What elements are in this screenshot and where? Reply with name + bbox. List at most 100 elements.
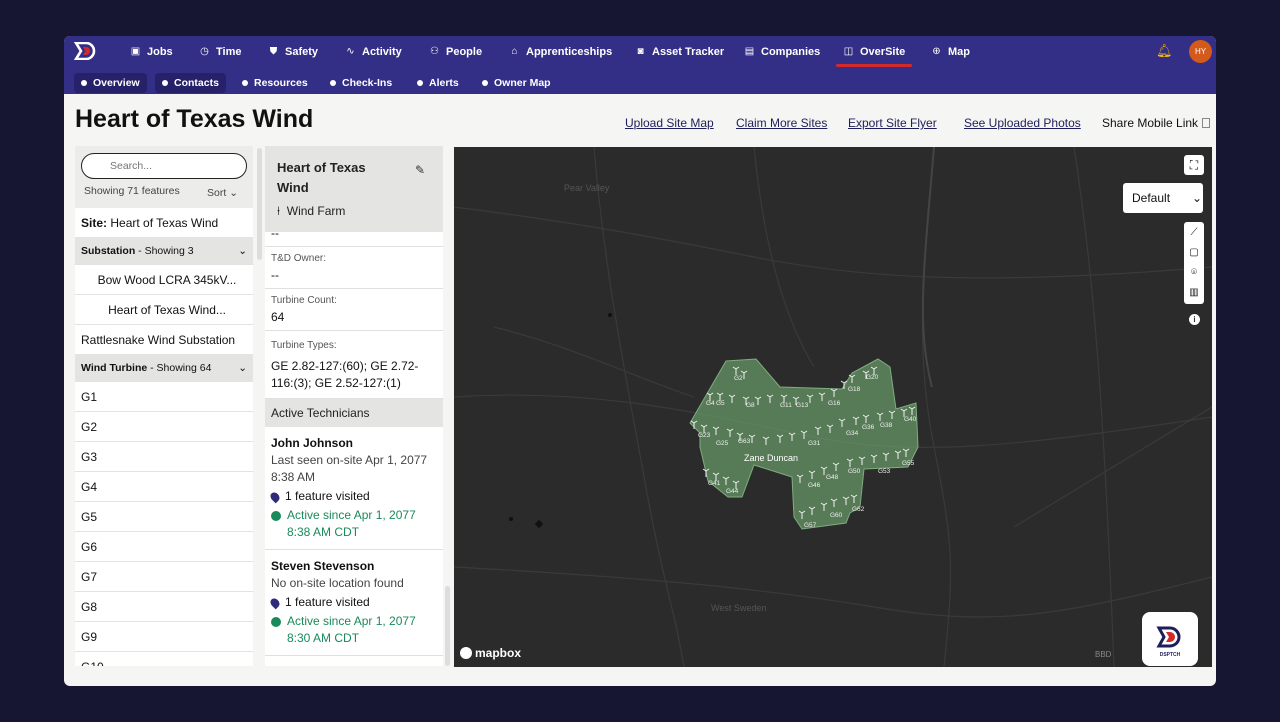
turbine-label: G48 [826, 474, 839, 481]
detail-title: Heart of Texas Wind [277, 160, 366, 195]
turbine-label: G36 [862, 424, 875, 431]
detail-panel: Heart of Texas Wind ✎ ⍿ Wind Farm -- T&D… [265, 146, 443, 666]
draw-toolbar: ⟋ ▢ ⌾ ▥ [1184, 222, 1204, 304]
active-technicians-header: Active Technicians [265, 399, 443, 427]
scrollbar[interactable] [445, 586, 450, 666]
marker-icon[interactable]: ⌾ [1184, 262, 1204, 282]
claim-more-sites-link[interactable]: Claim More Sites [736, 116, 827, 130]
search-area: Showing 71 features Sort ⌄ [75, 146, 253, 208]
tab-jobs[interactable]: ▣ Jobs [130, 44, 173, 60]
edit-icon[interactable]: ✎ [415, 163, 425, 177]
list-item[interactable]: Rattlesnake Wind Substation [75, 325, 253, 355]
trash-icon[interactable]: ▥ [1184, 282, 1204, 302]
substation-group[interactable]: Substation - Showing 3 ⌄ [75, 238, 253, 265]
share-mobile-link[interactable]: Share Mobile Link [1102, 116, 1211, 130]
app-window: ▣ Jobs ◷ Time ⛊ Safety ∿ Activity ⚇ People ⌂ A… [64, 36, 1216, 686]
list-item[interactable]: G5 [75, 502, 253, 532]
tab-safety[interactable]: ⛊ Safety [268, 44, 318, 60]
copy-icon [1202, 118, 1211, 128]
list-item[interactable]: G2 [75, 412, 253, 442]
search-input[interactable] [81, 153, 247, 179]
mapbox-icon [460, 647, 472, 659]
turbine-label: G23 [698, 432, 711, 439]
see-uploaded-photos-link[interactable]: See Uploaded Photos [964, 116, 1081, 130]
list-item[interactable]: G6 [75, 532, 253, 562]
list-item[interactable]: Bow Wood LCRA 345kV... [75, 265, 253, 295]
technician-card[interactable]: John Johnson Last seen on-site Apr 1, 20… [265, 427, 443, 550]
tab-apprenticeships[interactable]: ⌂ Apprenticeships [509, 44, 612, 60]
field-row: Turbine Types: GE 2.82-127:(60); GE 2.72-… [265, 331, 443, 399]
list-item[interactable]: Heart of Texas Wind... [75, 295, 253, 325]
list-item[interactable]: G4 [75, 472, 253, 502]
avatar[interactable]: HY [1189, 40, 1212, 63]
tab-activity[interactable]: ∿ Activity [345, 44, 401, 60]
turbine-label: G55 [902, 460, 915, 467]
town-label: West Sweden [711, 603, 767, 613]
technician-card[interactable]: Steven Stevenson No on-site location fou… [265, 550, 443, 656]
subtab-alerts[interactable]: Alerts [410, 73, 466, 93]
field-row: T&D Owner: -- [265, 247, 443, 289]
detail-header: Heart of Texas Wind ✎ ⍿ Wind Farm [265, 146, 443, 232]
subtab-owner-map[interactable]: Owner Map [475, 73, 558, 93]
subtab-overview[interactable]: Overview [74, 73, 147, 93]
turbine-label: G57 [804, 522, 817, 529]
dsptch-logo-icon[interactable] [74, 42, 100, 60]
turbine-label: G60 [830, 512, 843, 519]
feature-list-panel: Showing 71 features Sort ⌄ Site: Heart o… [75, 146, 253, 666]
map-corner-label: BBD [1095, 650, 1112, 659]
export-site-flyer-link[interactable]: Export Site Flyer [848, 116, 937, 130]
turbine-label: G18 [848, 386, 861, 393]
dot-icon [162, 80, 168, 86]
dsptch-badge[interactable]: DSPTCH [1142, 612, 1198, 666]
clock-icon [271, 511, 281, 521]
info-icon[interactable]: i [1189, 314, 1200, 325]
map-pin-icon [268, 596, 282, 609]
pulse-icon: ∿ [346, 46, 355, 57]
bell-icon[interactable]: 🔔︎ [1156, 43, 1173, 59]
page-title: Heart of Texas Wind [75, 105, 314, 133]
turbine-label: G13 [796, 402, 809, 409]
tab-companies[interactable]: ▤ Companies [744, 44, 821, 60]
tab-time[interactable]: ◷ Time [199, 44, 241, 60]
turbine-label: G62 [852, 506, 865, 513]
site-row[interactable]: Site: Heart of Texas Wind [75, 208, 253, 238]
active-tab-indicator [836, 64, 912, 67]
list-item[interactable]: G8 [75, 592, 253, 622]
fullscreen-icon[interactable]: ⛶ [1184, 155, 1204, 175]
sort-dropdown[interactable]: Sort ⌄ [207, 187, 238, 199]
dot-icon [242, 80, 248, 86]
wind-turbine-group[interactable]: Wind Turbine - Showing 64 ⌄ [75, 355, 253, 382]
chevron-down-icon: ⌄ [238, 245, 247, 257]
tab-asset-tracker[interactable]: ◙ Asset Tracker [635, 44, 724, 60]
subtab-contacts[interactable]: Contacts [155, 73, 226, 93]
turbine-label: G5 [716, 400, 725, 407]
chevron-down-icon: ⌄ [229, 187, 238, 199]
turbine-label: G2 [734, 375, 743, 382]
turbine-label: G63 [738, 438, 751, 445]
people-icon: ⚇ [430, 46, 439, 57]
subtab-check-ins[interactable]: Check-Ins [323, 73, 399, 93]
tab-people[interactable]: ⚇ People [429, 44, 482, 60]
map-style-select[interactable]: Default ⌄ [1123, 183, 1203, 213]
clock-icon: ◷ [200, 46, 209, 57]
turbine-label: G53 [878, 468, 891, 475]
list-item[interactable]: G3 [75, 442, 253, 472]
list-item[interactable]: G7 [75, 562, 253, 592]
scrollbar[interactable] [257, 148, 262, 260]
dot-icon [330, 80, 336, 86]
upload-site-map-link[interactable]: Upload Site Map [625, 116, 714, 130]
globe-icon: ⊕ [932, 46, 941, 57]
list-item[interactable]: G10 [75, 652, 253, 667]
tab-oversite[interactable]: ◫ OverSite [843, 44, 905, 60]
tab-map[interactable]: ⊕ Map [931, 44, 970, 60]
turbine-label: G31 [808, 440, 821, 447]
feature-count: Showing 71 features [84, 185, 180, 197]
polygon-draw-icon[interactable]: ▢ [1184, 242, 1204, 262]
svg-text:DSPTCH: DSPTCH [1160, 652, 1181, 658]
subtab-resources[interactable]: Resources [235, 73, 315, 93]
list-item[interactable]: G9 [75, 622, 253, 652]
map-book-icon: ◫ [843, 46, 854, 57]
list-item[interactable]: G1 [75, 382, 253, 412]
site-map[interactable]: G2 G20 G4 G5 G8 G11 G13 G16 G18 G23 G25 G63 G31 G34 G3… [454, 147, 1212, 667]
line-draw-icon[interactable]: ⟋ [1184, 222, 1204, 242]
